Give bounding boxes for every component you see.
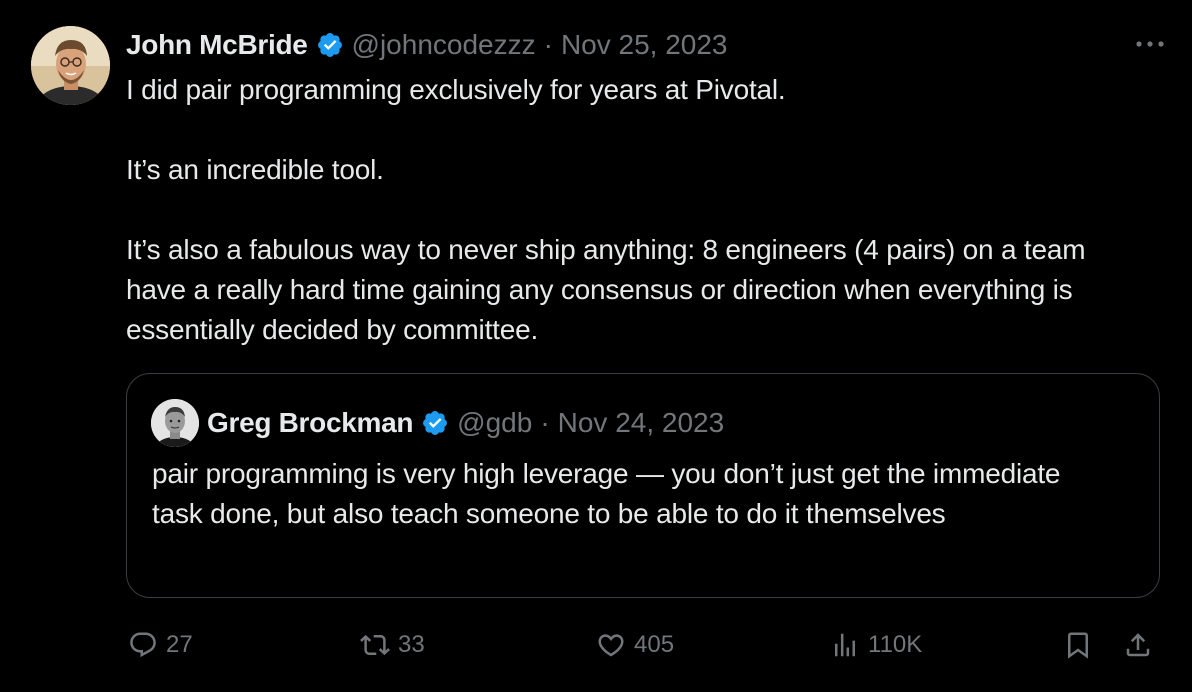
author-avatar[interactable] [31,26,110,105]
tweet-paragraph: It’s an incredible tool. [126,154,384,185]
reply-count: 27 [166,631,193,658]
views-button[interactable]: 110K [830,622,922,668]
quoted-tweet-card[interactable]: Greg Brockman @gdb · Nov 24, 2023 pair p… [126,373,1160,598]
author-name[interactable]: John McBride [126,29,308,61]
tweet-header: John McBride @johncodezzz · Nov 25, 2023 [126,26,728,64]
quoted-header: Greg Brockman @gdb · Nov 24, 2023 [207,403,724,443]
like-count: 405 [634,631,675,658]
like-icon [598,634,624,657]
author-handle[interactable]: @johncodezzz [352,29,536,61]
share-icon [1126,633,1150,657]
quoted-author-handle: @gdb [457,407,533,438]
repost-icon [360,634,390,656]
verified-badge-icon [316,31,344,59]
quoted-author-avatar [151,399,199,447]
views-icon [835,633,855,657]
quoted-text: pair programming is very high leverage —… [152,458,1061,529]
reply-icon [130,632,156,658]
repost-button[interactable]: 33 [360,622,425,668]
tweet-actions-bar: 27 33 405 110K [126,622,1166,668]
quoted-separator: · [540,407,550,438]
reply-button[interactable]: 27 [128,622,193,668]
quoted-date: Nov 24, 2023 [557,407,725,438]
share-button[interactable] [1123,622,1153,668]
header-separator: · [543,29,553,60]
tweet-date[interactable]: Nov 25, 2023 [561,29,728,61]
tweet-paragraph: I did pair programming exclusively for y… [126,74,786,105]
like-button[interactable]: 405 [596,622,674,668]
repost-count: 33 [398,631,425,658]
views-count: 110K [868,631,923,658]
verified-badge-icon [421,409,449,437]
bookmark-button[interactable] [1063,622,1093,668]
quoted-author-name: Greg Brockman [207,407,414,438]
bookmark-icon [1068,632,1088,659]
tweet-text: I did pair programming exclusively for y… [126,70,1136,350]
tweet-paragraph: It’s also a fabulous way to never ship a… [126,234,1086,345]
more-horizontal-icon[interactable] [1132,34,1168,54]
